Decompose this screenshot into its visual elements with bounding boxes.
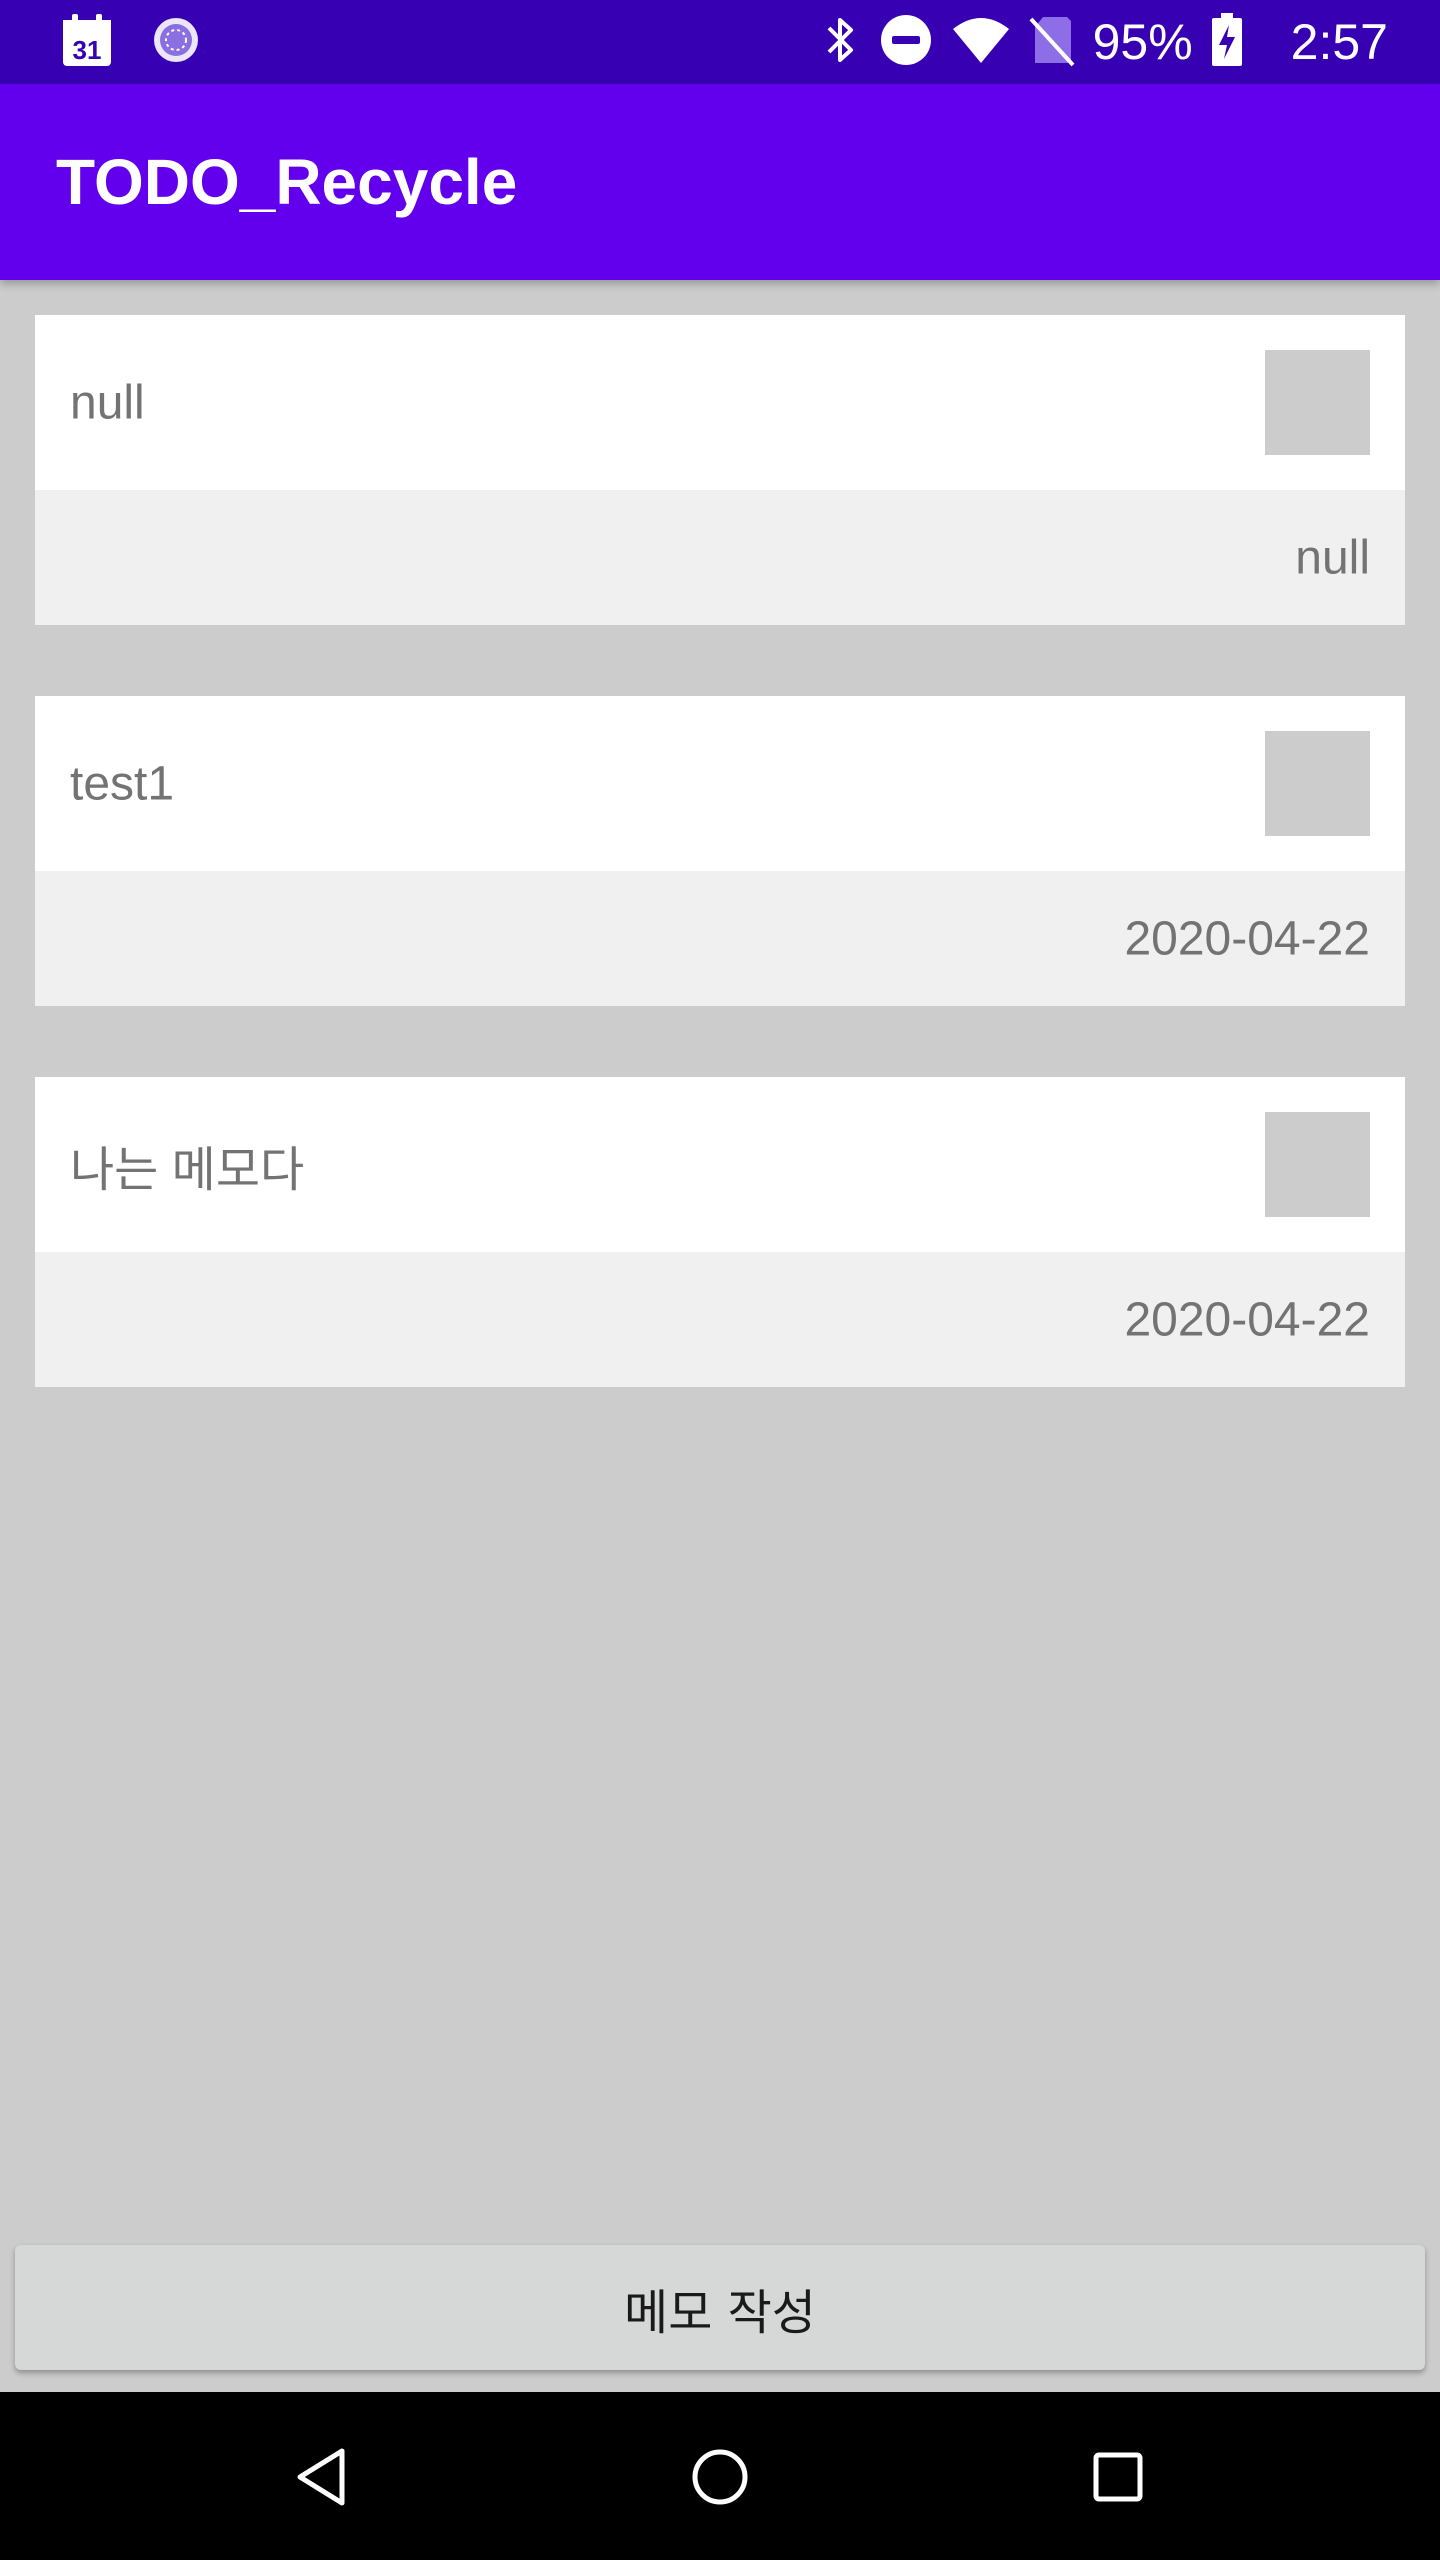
back-icon[interactable] <box>277 2432 367 2522</box>
memo-date-row: 2020-04-22 <box>35 1252 1405 1387</box>
sync-icon <box>150 14 202 70</box>
memo-checkbox[interactable] <box>1265 731 1370 836</box>
app-bar: TODO_Recycle <box>0 84 1440 280</box>
calendar-day-text: 31 <box>73 35 102 65</box>
do-not-disturb-icon <box>879 13 933 71</box>
memo-date: null <box>1295 531 1370 584</box>
memo-list: null null test1 2020-04-22 나는 메모다 2020-0… <box>35 315 1405 1458</box>
status-bar: 31 95% 2:57 <box>0 0 1440 84</box>
status-right-icons: 95% 2:57 <box>821 13 1388 71</box>
memo-content-row: test1 <box>35 696 1405 871</box>
memo-date: 2020-04-22 <box>1124 912 1370 965</box>
memo-card[interactable]: test1 2020-04-22 <box>35 696 1405 1006</box>
bluetooth-icon <box>821 14 861 70</box>
navigation-bar <box>0 2392 1440 2560</box>
memo-card[interactable]: null null <box>35 315 1405 625</box>
calendar-icon: 31 <box>60 12 114 72</box>
memo-text: test1 <box>70 757 175 810</box>
recents-icon[interactable] <box>1073 2432 1163 2522</box>
home-icon[interactable] <box>675 2432 765 2522</box>
memo-text: 나는 메모다 <box>70 1143 305 1197</box>
battery-charging-icon <box>1211 13 1243 71</box>
memo-date: 2020-04-22 <box>1124 1293 1370 1346</box>
wifi-icon <box>951 15 1011 69</box>
memo-content-row: null <box>35 315 1405 490</box>
memo-card[interactable]: 나는 메모다 2020-04-22 <box>35 1077 1405 1387</box>
memo-checkbox[interactable] <box>1265 1112 1370 1217</box>
memo-date-row: null <box>35 490 1405 625</box>
memo-content-row: 나는 메모다 <box>35 1077 1405 1252</box>
clock: 2:57 <box>1290 14 1388 70</box>
memo-text: null <box>70 376 145 429</box>
no-sim-icon <box>1029 13 1075 71</box>
battery-percent: 95% <box>1092 14 1193 70</box>
write-memo-button[interactable]: 메모 작성 <box>15 2245 1425 2370</box>
memo-checkbox[interactable] <box>1265 350 1370 455</box>
memo-date-row: 2020-04-22 <box>35 871 1405 1006</box>
status-left-icons: 31 <box>60 14 202 70</box>
app-title: TODO_Recycle <box>56 146 518 218</box>
